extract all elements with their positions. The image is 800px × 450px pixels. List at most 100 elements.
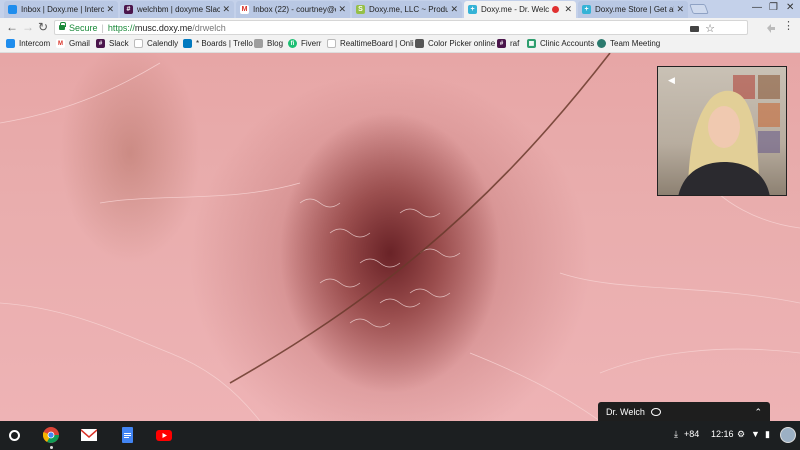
bookmark-calendly[interactable]: Calendly bbox=[134, 39, 178, 48]
bookmark-star-icon[interactable]: ☆ bbox=[705, 22, 715, 35]
browser-toolbar: ← → ↻ Secure | https:// musc.doxy.me /dr… bbox=[0, 18, 800, 37]
url-path: /drwelch bbox=[192, 22, 226, 33]
battery-icon[interactable]: ▮ bbox=[765, 429, 770, 440]
restore-icon[interactable]: ❐ bbox=[769, 2, 778, 13]
bookmark-fiverr[interactable]: fi Fiverr bbox=[288, 39, 321, 48]
lock-icon bbox=[59, 22, 66, 30]
bookmark-blog[interactable]: Blog bbox=[254, 39, 283, 48]
close-icon[interactable]: ✕ bbox=[106, 4, 114, 15]
speaker-icon[interactable]: ◀ bbox=[668, 75, 675, 86]
secure-label: Secure bbox=[69, 22, 98, 33]
os-shelf: ⤓ +84 12:16 ⚙ ▼ ▮ bbox=[0, 421, 800, 450]
camera-icon[interactable] bbox=[690, 26, 699, 32]
bookmark-label: raf bbox=[510, 39, 520, 48]
slack-icon: # bbox=[124, 5, 133, 14]
forward-icon[interactable]: → bbox=[22, 20, 34, 34]
slack-icon: # bbox=[497, 39, 506, 48]
close-window-icon[interactable]: ✕ bbox=[786, 2, 794, 13]
gmail-icon: M bbox=[56, 39, 65, 48]
url-host: musc.doxy.me bbox=[134, 22, 193, 33]
running-indicator bbox=[50, 446, 53, 449]
colorpicker-icon bbox=[415, 39, 424, 48]
gmail-icon: M bbox=[240, 5, 249, 14]
bookmark-colorpicker[interactable]: Color Picker online bbox=[415, 39, 495, 48]
clinic-icon: ▦ bbox=[527, 39, 536, 48]
chrome-icon[interactable] bbox=[42, 427, 59, 443]
close-icon[interactable]: ✕ bbox=[564, 4, 572, 15]
download-icon[interactable]: ⤓ bbox=[674, 429, 678, 440]
bookmark-label: * Boards | Trello bbox=[196, 39, 253, 48]
intercom-icon bbox=[6, 39, 15, 48]
tab-title: Doxy.me, LLC ~ Products bbox=[369, 5, 449, 14]
clock-time[interactable]: 12:16 bbox=[711, 429, 734, 439]
trello-icon bbox=[183, 39, 192, 48]
bookmark-label: Blog bbox=[267, 39, 284, 48]
bookmark-label: Fiverr bbox=[301, 39, 322, 48]
blog-icon bbox=[254, 39, 263, 48]
address-bar[interactable]: Secure | https:// musc.doxy.me /drwelch … bbox=[54, 20, 748, 35]
bookmark-raf[interactable]: # raf bbox=[497, 39, 519, 48]
extension-icon[interactable] bbox=[765, 21, 776, 33]
bookmark-gmail[interactable]: M Gmail bbox=[56, 39, 90, 48]
bookmark-label: RealtimeBoard | Onli bbox=[340, 39, 414, 48]
bookmark-intercom[interactable]: Intercom bbox=[6, 39, 50, 48]
bookmark-clinic-accounts[interactable]: ▦ Clinic Accounts bbox=[527, 39, 594, 48]
meeting-icon bbox=[597, 39, 606, 48]
docs-icon[interactable] bbox=[119, 427, 135, 443]
tab-title: welchbm | doxyme Slack bbox=[137, 5, 221, 14]
bookmark-label: Gmail bbox=[69, 39, 90, 48]
hair-strand bbox=[229, 53, 611, 384]
tab-title: Inbox | Doxy.me | Intercom bbox=[21, 5, 105, 14]
avatar[interactable] bbox=[780, 427, 796, 443]
chat-panel-header[interactable]: Dr. Welch ⌃ bbox=[598, 402, 770, 422]
page-icon bbox=[327, 39, 336, 48]
tab-gmail[interactable]: M Inbox (22) - courtney@doxy.me ✕ bbox=[236, 1, 350, 18]
tab-intercom[interactable]: Inbox | Doxy.me | Intercom ✕ bbox=[4, 1, 118, 18]
tab-title: Inbox (22) - courtney@doxy.me bbox=[253, 5, 336, 14]
tab-title: Doxy.me - Dr. Welch's room bbox=[481, 5, 550, 14]
bookmark-label: Clinic Accounts bbox=[540, 39, 595, 48]
youtube-icon[interactable] bbox=[156, 427, 172, 443]
close-icon[interactable]: ✕ bbox=[222, 4, 230, 15]
bookmark-label: Slack bbox=[109, 39, 129, 48]
bookmark-slack[interactable]: # Slack bbox=[96, 39, 129, 48]
bookmark-label: Calendly bbox=[147, 39, 179, 48]
bookmark-trello[interactable]: * Boards | Trello bbox=[183, 39, 253, 48]
chat-contact-name: Dr. Welch bbox=[606, 407, 645, 417]
close-icon[interactable]: ✕ bbox=[338, 4, 346, 15]
tab-doxyme-room[interactable]: + Doxy.me - Dr. Welch's room ✕ bbox=[464, 1, 576, 18]
doxyme-icon: + bbox=[468, 5, 477, 14]
fiverr-icon: fi bbox=[288, 39, 297, 48]
bookmark-label: Team Meeting bbox=[610, 39, 661, 48]
minimize-icon[interactable]: — bbox=[752, 2, 762, 13]
tab-shopify[interactable]: S Doxy.me, LLC ~ Products ✕ bbox=[352, 1, 462, 18]
page-icon bbox=[134, 39, 143, 48]
chevron-up-icon[interactable]: ⌃ bbox=[754, 407, 762, 418]
close-icon[interactable]: ✕ bbox=[450, 4, 458, 15]
settings-icon[interactable]: ⚙ bbox=[737, 429, 745, 440]
tab-doxyme-store[interactable]: + Doxy.me Store | Get all your ✕ bbox=[578, 1, 688, 18]
new-tab-button[interactable] bbox=[689, 4, 709, 14]
doxyme-store-icon: + bbox=[582, 5, 591, 14]
reload-icon[interactable]: ↻ bbox=[38, 20, 48, 34]
bookmark-label: Intercom bbox=[19, 39, 51, 48]
bookmark-label: Color Picker online bbox=[428, 39, 496, 48]
tab-slack[interactable]: # welchbm | doxyme Slack ✕ bbox=[120, 1, 234, 18]
self-view-video[interactable]: ◀ bbox=[657, 66, 787, 196]
gmail-icon[interactable] bbox=[81, 427, 97, 443]
chat-bubble-icon bbox=[650, 408, 661, 416]
tab-strip: Inbox | Doxy.me | Intercom ✕ # welchbm |… bbox=[0, 0, 800, 18]
slack-icon: # bbox=[96, 39, 105, 48]
bookmarks-bar: Intercom M Gmail # Slack Calendly * Boar… bbox=[0, 37, 800, 53]
bookmark-realtimeboard[interactable]: RealtimeBoard | Onli bbox=[327, 39, 414, 48]
close-icon[interactable]: ✕ bbox=[676, 4, 684, 15]
url-scheme: https:// bbox=[107, 22, 135, 33]
notification-count[interactable]: +84 bbox=[684, 429, 699, 439]
bookmark-team-meeting[interactable]: Team Meeting bbox=[597, 39, 660, 48]
back-icon[interactable]: ← bbox=[6, 20, 18, 34]
self-view-figure bbox=[678, 75, 780, 195]
shopify-icon: S bbox=[356, 5, 365, 14]
wifi-icon[interactable]: ▼ bbox=[751, 429, 760, 439]
menu-icon[interactable]: ⋮ bbox=[783, 19, 794, 32]
launcher-icon[interactable] bbox=[9, 430, 20, 441]
